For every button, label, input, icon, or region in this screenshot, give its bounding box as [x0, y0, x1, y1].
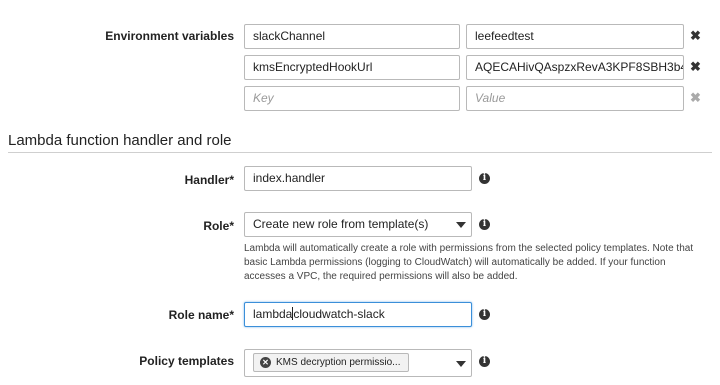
role-help-text: Lambda will automatically create a role … — [244, 243, 694, 282]
env-value-input-new[interactable]: Value — [466, 86, 684, 111]
env-value-input-1[interactable]: leefeedtest — [466, 24, 684, 49]
handler-label: Handler* — [184, 173, 234, 187]
policy-template-chip-label: KMS decryption permissio... — [276, 357, 401, 368]
section-divider — [8, 152, 712, 153]
role-select[interactable]: Create new role from template(s) — [244, 212, 472, 237]
role-name-info-icon[interactable]: i — [479, 309, 490, 320]
policy-select-chevron-down-icon[interactable] — [456, 361, 466, 367]
policy-info-icon[interactable]: i — [479, 356, 490, 367]
handler-info-icon[interactable]: i — [479, 173, 490, 184]
role-select-chevron-down-icon[interactable] — [456, 222, 466, 228]
policy-template-chip: ✕ KMS decryption permissio... — [253, 353, 409, 372]
env-key-input-1[interactable]: slackChannel — [244, 24, 460, 49]
role-label: Role* — [203, 219, 234, 233]
policy-templates-label: Policy templates — [139, 354, 234, 368]
env-variables-label: Environment variables — [105, 29, 234, 43]
role-name-text-after-cursor: cloudwatch-slack — [293, 307, 385, 321]
chip-remove-icon[interactable]: ✕ — [260, 357, 271, 368]
role-name-input[interactable]: lambdacloudwatch-slack — [244, 302, 472, 327]
remove-env-row-new-icon: ✖ — [690, 90, 701, 105]
remove-env-row-2-icon[interactable]: ✖ — [690, 59, 701, 75]
env-key-input-new[interactable]: Key — [244, 86, 460, 111]
env-key-input-2[interactable]: kmsEncryptedHookUrl — [244, 55, 460, 80]
section-title-handler-role: Lambda function handler and role — [8, 132, 232, 149]
role-name-text-before-cursor: lambda — [253, 307, 293, 321]
env-value-input-2[interactable]: AQECAHivQAspzxRevA3KPF8SBH3b4oAi — [466, 55, 684, 80]
role-info-icon[interactable]: i — [479, 219, 490, 230]
role-select-value: Create new role from template(s) — [253, 217, 429, 231]
remove-env-row-1-icon[interactable]: ✖ — [690, 28, 701, 44]
role-name-label: Role name* — [168, 308, 234, 322]
handler-input[interactable]: index.handler — [244, 166, 472, 191]
